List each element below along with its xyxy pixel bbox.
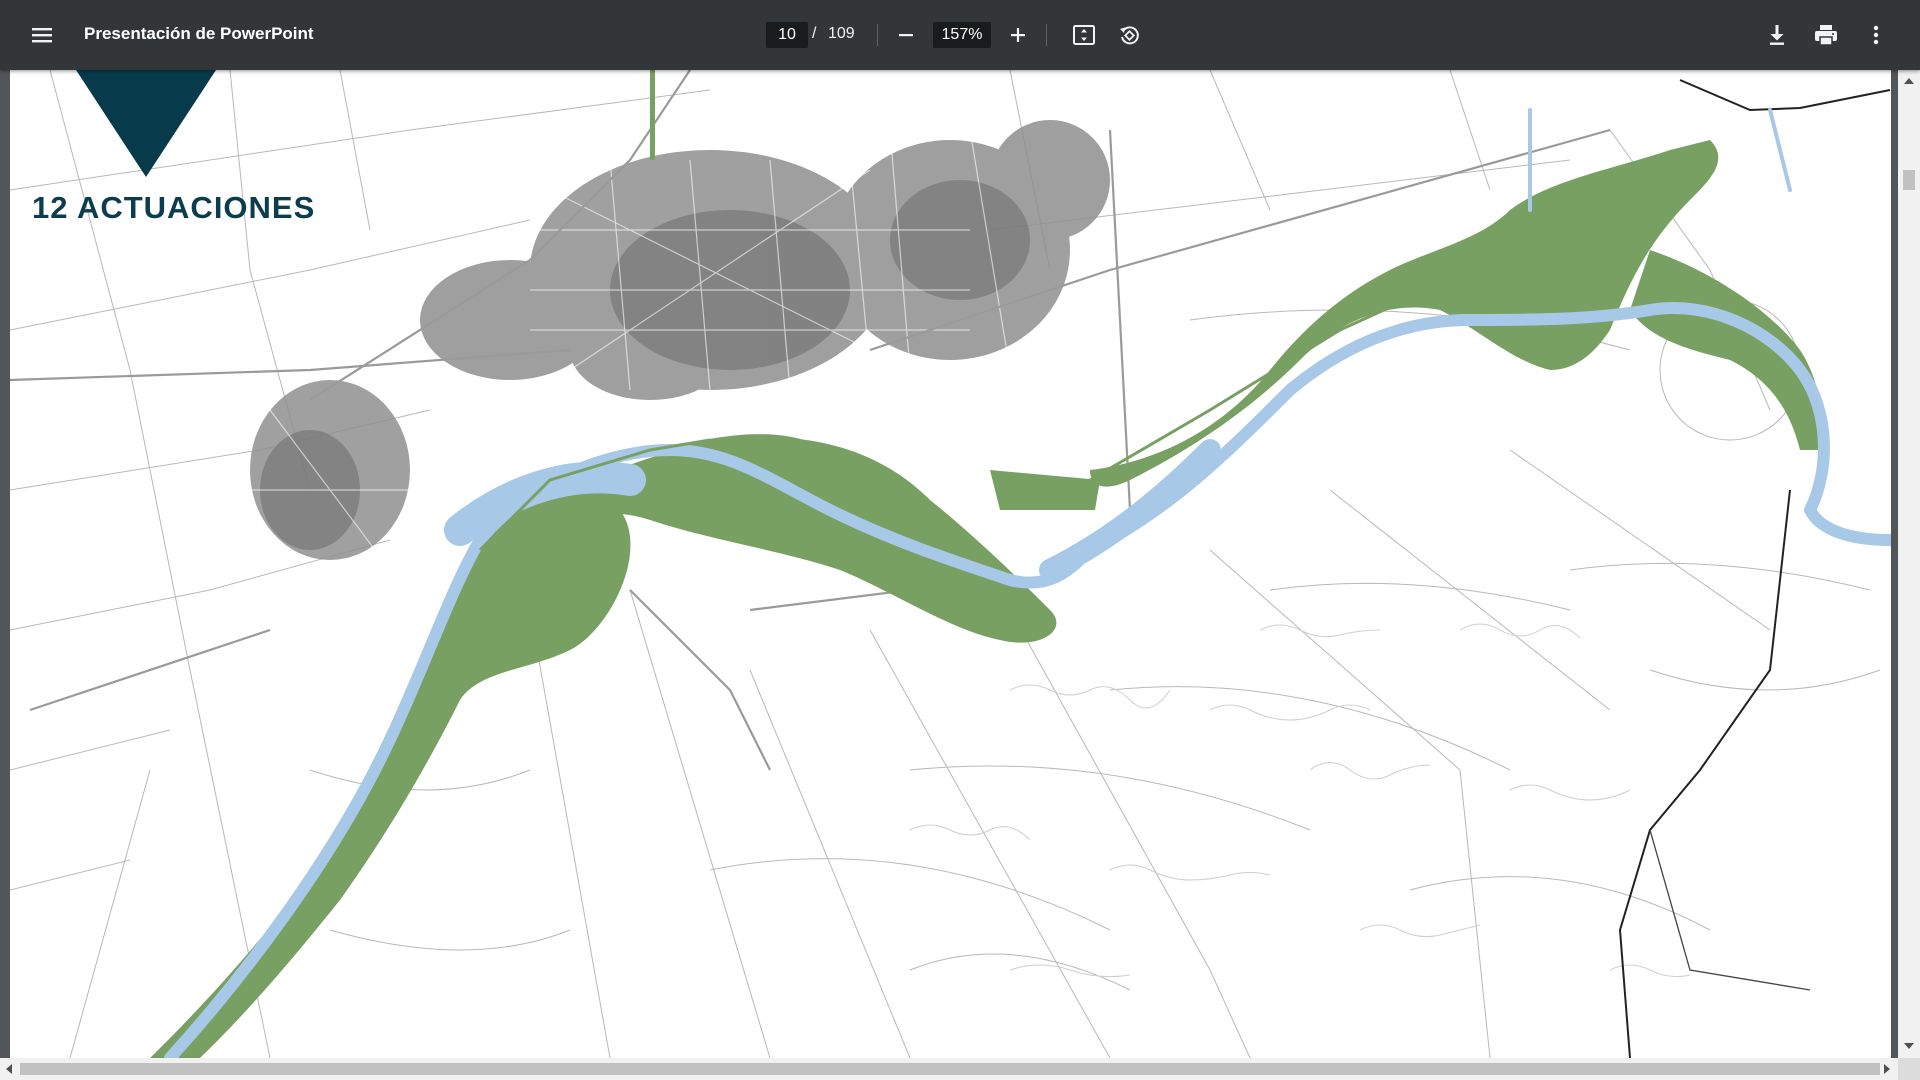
page-separator: / bbox=[812, 25, 817, 42]
horizontal-scrollbar[interactable] bbox=[0, 1058, 1898, 1080]
minus-icon bbox=[899, 34, 913, 37]
fit-to-page-button[interactable] bbox=[1064, 15, 1104, 55]
print-button[interactable] bbox=[1806, 15, 1846, 55]
more-options-button[interactable] bbox=[1856, 15, 1896, 55]
download-button[interactable] bbox=[1757, 15, 1797, 55]
pdf-viewer[interactable]: 12 ACTUACIONES bbox=[0, 70, 1920, 1080]
toolbar-divider bbox=[877, 24, 878, 46]
rotate-button[interactable] bbox=[1109, 15, 1149, 55]
page-number-input[interactable]: 10 bbox=[766, 22, 808, 48]
page-total: 109 bbox=[828, 25, 855, 42]
fit-to-page-icon bbox=[1073, 25, 1095, 45]
zoom-level-input[interactable]: 157% bbox=[933, 22, 991, 48]
slide-title-triangle bbox=[76, 70, 216, 177]
menu-button[interactable] bbox=[22, 15, 62, 55]
vertical-scrollbar[interactable] bbox=[1898, 70, 1920, 1058]
slide-title: 12 ACTUACIONES bbox=[32, 190, 316, 225]
zoom-out-button[interactable] bbox=[886, 15, 926, 55]
scroll-right-arrow-icon[interactable] bbox=[1884, 1064, 1890, 1074]
plus-icon bbox=[1011, 28, 1025, 42]
rotate-counterclockwise-icon bbox=[1120, 26, 1139, 45]
scroll-left-arrow-icon[interactable] bbox=[6, 1064, 12, 1074]
more-vertical-icon bbox=[1873, 25, 1879, 45]
vertical-scrollbar-thumb[interactable] bbox=[1903, 170, 1915, 190]
pdf-toolbar: Presentación de PowerPoint 10 / 109 157% bbox=[0, 0, 1920, 70]
print-icon bbox=[1815, 25, 1837, 46]
pdf-page: 12 ACTUACIONES bbox=[10, 70, 1891, 1058]
toolbar-divider bbox=[1046, 24, 1047, 46]
menu-icon bbox=[32, 28, 52, 43]
scroll-up-arrow-icon[interactable] bbox=[1904, 78, 1914, 84]
zoom-in-button[interactable] bbox=[998, 15, 1038, 55]
scroll-down-arrow-icon[interactable] bbox=[1904, 1043, 1914, 1049]
download-icon bbox=[1770, 25, 1784, 45]
scrollbar-corner bbox=[1898, 1058, 1920, 1080]
horizontal-scrollbar-thumb[interactable] bbox=[20, 1063, 1880, 1075]
document-title: Presentación de PowerPoint bbox=[84, 24, 314, 43]
